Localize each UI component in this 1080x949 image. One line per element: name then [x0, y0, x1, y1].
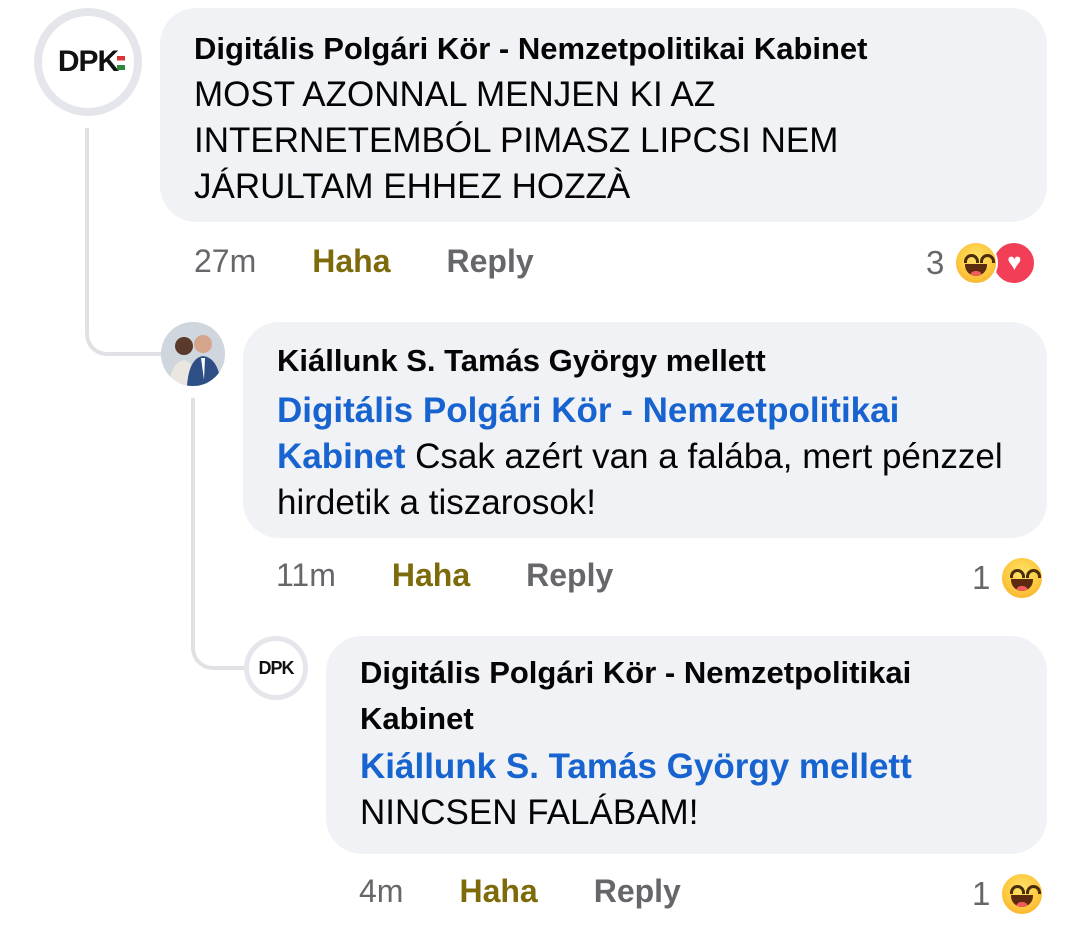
avatar[interactable]: DPK — [244, 636, 308, 700]
comment-author[interactable]: Kiállunk S. Tamás György mellett — [277, 338, 1013, 384]
reply-button[interactable]: Reply — [447, 243, 534, 280]
haha-button[interactable]: Haha — [312, 243, 390, 280]
haha-button[interactable]: Haha — [459, 873, 537, 910]
thread-line-1 — [85, 128, 163, 356]
comment-text-line: JÁRULTAM EHHEZ HOZZÀ — [194, 167, 631, 206]
comment-time[interactable]: 4m — [359, 873, 403, 910]
haha-icon — [1000, 872, 1045, 916]
profile-photo — [161, 322, 225, 386]
reply-button[interactable]: Reply — [594, 873, 681, 910]
comment-body: NINCSEN FALÁBAM! — [360, 793, 699, 832]
comment-text: MOST AZONNAL MENJEN KI AZ INTERNETEMBÓL … — [194, 72, 1013, 210]
mention-link[interactable]: Kiállunk S. Tamás György mellett — [360, 744, 1013, 790]
comment-text-line: MOST AZONNAL MENJEN KI AZ — [194, 75, 716, 114]
comment-time[interactable]: 27m — [194, 243, 256, 280]
comment-actions: 27m Haha Reply — [194, 243, 534, 280]
comment-text: Digitális Polgári Kör - Nemzetpolitikai … — [277, 388, 1013, 526]
love-icon: ♥ — [992, 241, 1037, 285]
reaction-count: 3 — [926, 244, 945, 281]
reply-button[interactable]: Reply — [526, 557, 613, 594]
haha-button[interactable]: Haha — [392, 557, 470, 594]
comment-bubble[interactable]: Digitális Polgári Kör - Nemzetpolitikai … — [160, 8, 1047, 222]
comment-author[interactable]: Digitális Polgári Kör - Nemzetpolitikai … — [360, 650, 1013, 742]
comment-bubble[interactable]: Kiállunk S. Tamás György mellett Digitál… — [243, 322, 1047, 538]
reaction-summary[interactable]: 3 ♥ — [926, 241, 1037, 285]
comment-author[interactable]: Digitális Polgári Kör - Nemzetpolitikai … — [194, 26, 1013, 72]
hungarian-flag-icon — [117, 56, 125, 70]
avatar[interactable] — [161, 322, 225, 386]
dpk-logo-text: DPK — [57, 45, 119, 78]
avatar[interactable]: DPK — [34, 8, 142, 116]
comment-text: Kiállunk S. Tamás György mellett NINCSEN… — [360, 744, 1013, 836]
comment-actions: 4m Haha Reply — [359, 873, 681, 910]
thread-line-2 — [191, 398, 247, 670]
haha-icon — [1000, 556, 1045, 600]
haha-icon — [954, 241, 999, 285]
dpk-logo-text: DPK — [258, 657, 294, 678]
reaction-count: 1 — [972, 559, 991, 596]
reaction-count: 1 — [972, 875, 991, 912]
comment-text-line: INTERNETEMBÓL PIMASZ LIPCSI NEM — [194, 121, 839, 160]
comment-bubble[interactable]: Digitális Polgári Kör - Nemzetpolitikai … — [326, 636, 1047, 854]
reaction-summary[interactable]: 1 — [972, 872, 1045, 916]
comment-time[interactable]: 11m — [276, 557, 336, 594]
comment-actions: 11m Haha Reply — [276, 557, 613, 594]
reaction-summary[interactable]: 1 — [972, 556, 1045, 600]
